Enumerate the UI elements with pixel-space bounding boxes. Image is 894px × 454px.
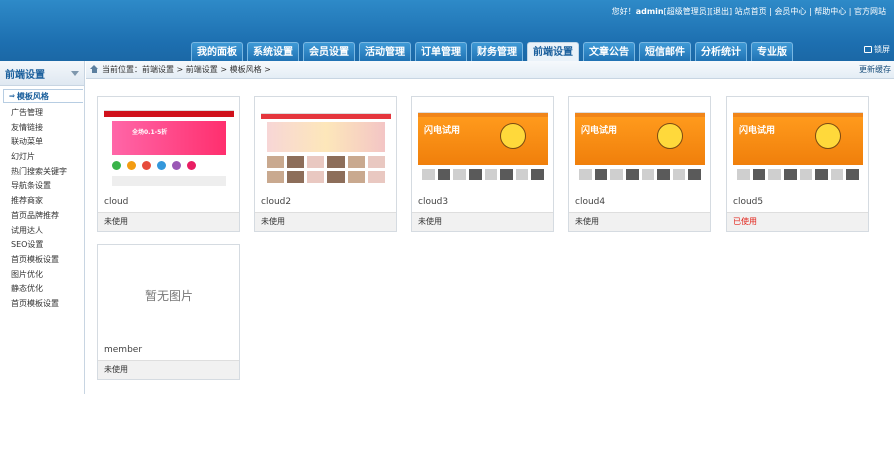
template-name: cloud3 [418, 197, 449, 207]
refresh-cache-button[interactable]: 更新缓存 [859, 64, 891, 75]
tab-sms-email[interactable]: 短信邮件 [639, 42, 691, 61]
sidebar-item-friend-links[interactable]: 友情链接 [0, 121, 84, 136]
breadcrumb-label: 当前位置： [102, 65, 142, 74]
sidebar-item-trial-experts[interactable]: 试用达人 [0, 224, 84, 239]
status-badge: 未使用 [98, 360, 239, 379]
status-badge: 未使用 [412, 212, 553, 231]
sidebar-item-home-template-settings-2[interactable]: 首页模板设置 [0, 297, 84, 312]
template-card-cloud5[interactable]: 闪电试用 cloud5 已使用 [726, 96, 869, 232]
template-card-member[interactable]: 暂无图片 member 未使用 [97, 244, 240, 380]
template-thumbnail[interactable]: 闪电试用 [575, 104, 705, 190]
screen-lock-icon [864, 46, 872, 53]
tab-finance-management[interactable]: 财务管理 [471, 42, 523, 61]
template-card-cloud3[interactable]: 闪电试用 cloud3 未使用 [411, 96, 554, 232]
official-site-link[interactable]: 官方网站 [854, 7, 886, 16]
thumbnail-banner-text: 全场0.1-5折 [132, 129, 168, 136]
chevron-down-icon[interactable] [71, 70, 79, 76]
template-thumbnail[interactable]: 全场0.1-5折 [104, 104, 234, 190]
status-badge: 未使用 [255, 212, 396, 231]
template-card-cloud2[interactable]: cloud2 未使用 [254, 96, 397, 232]
username: admin [635, 7, 664, 16]
breadcrumb-bar: 当前位置： 前端设置 > 前端设置 > 模板风格 > 更新缓存 [86, 61, 894, 79]
tab-system-settings[interactable]: 系统设置 [247, 42, 299, 61]
sidebar-item-image-optimization[interactable]: 图片优化 [0, 268, 84, 283]
sidebar-item-seo-settings[interactable]: SEO设置 [0, 238, 84, 253]
tab-articles[interactable]: 文章公告 [583, 42, 635, 61]
member-center-link[interactable]: 会员中心 [774, 7, 806, 16]
template-name: cloud4 [575, 197, 606, 207]
template-thumbnail[interactable]: 闪电试用 [733, 104, 863, 190]
sidebar-item-template-style[interactable]: ⇒ 模板风格 [3, 89, 83, 103]
sidebar-item-navbar-settings[interactable]: 导航条设置 [0, 179, 84, 194]
template-name: cloud2 [261, 197, 292, 207]
sidebar-item-linked-menu[interactable]: 联动菜单 [0, 135, 84, 150]
logout-link[interactable]: [退出] [710, 7, 732, 16]
template-card-cloud4[interactable]: 闪电试用 cloud4 未使用 [568, 96, 711, 232]
greeting-text: 您好！ [611, 7, 636, 16]
top-header: 您好！admin[超级管理员][退出] 站点首页 | 会员中心 | 帮助中心 |… [0, 0, 894, 61]
home-icon[interactable] [90, 65, 99, 74]
sidebar-item-home-brands[interactable]: 首页品牌推荐 [0, 209, 84, 224]
sidebar-menu: 广告管理 友情链接 联动菜单 幻灯片 热门搜索关键字 导航条设置 推荐商家 首页… [0, 106, 84, 312]
template-name: cloud [104, 197, 129, 207]
thumbnail-banner-text: 闪电试用 [581, 126, 618, 136]
thumbnail-banner-text: 闪电试用 [424, 126, 461, 136]
breadcrumb: 前端设置 > 前端设置 > 模板风格 > [142, 65, 271, 74]
sidebar-item-slideshow[interactable]: 幻灯片 [0, 150, 84, 165]
status-badge: 未使用 [569, 212, 710, 231]
sidebar-item-ad-management[interactable]: 广告管理 [0, 106, 84, 121]
tab-my-panel[interactable]: 我的面板 [191, 42, 243, 61]
template-thumbnail[interactable]: 闪电试用 [418, 104, 548, 190]
lock-screen-label: 锁屏 [874, 45, 890, 54]
no-image-placeholder[interactable]: 暂无图片 [104, 252, 234, 338]
template-card-cloud[interactable]: 全场0.1-5折 cloud 未使用 [97, 96, 240, 232]
tab-order-management[interactable]: 订单管理 [415, 42, 467, 61]
template-name: cloud5 [733, 197, 764, 207]
top-links: 您好！admin[超级管理员][退出] 站点首页 | 会员中心 | 帮助中心 |… [611, 7, 886, 16]
sidebar-item-label: 模板风格 [16, 91, 49, 101]
tab-frontend-settings[interactable]: 前端设置 [527, 42, 579, 61]
thumbnail-banner-text: 闪电试用 [739, 126, 776, 136]
status-badge: 已使用 [727, 212, 868, 231]
sidebar-item-home-template-settings[interactable]: 首页模板设置 [0, 253, 84, 268]
sidebar-item-recommended-merchants[interactable]: 推荐商家 [0, 194, 84, 209]
main-nav-tabs: 我的面板 系统设置 会员设置 活动管理 订单管理 财务管理 前端设置 文章公告 … [191, 42, 793, 61]
sidebar-item-static-optimization[interactable]: 静态优化 [0, 282, 84, 297]
template-thumbnail[interactable] [261, 104, 391, 190]
tab-analytics[interactable]: 分析统计 [695, 42, 747, 61]
template-name: member [104, 345, 143, 355]
sidebar-item-hot-keywords[interactable]: 热门搜索关键字 [0, 165, 84, 180]
role-link[interactable]: [超级管理员] [664, 7, 710, 16]
lock-screen-button[interactable]: 锁屏 [864, 44, 890, 55]
sidebar: 前端设置 ⇒ 模板风格 广告管理 友情链接 联动菜单 幻灯片 热门搜索关键字 导… [0, 61, 85, 394]
tab-member-settings[interactable]: 会员设置 [303, 42, 355, 61]
status-badge: 未使用 [98, 212, 239, 231]
site-home-link[interactable]: 站点首页 [735, 7, 767, 16]
tab-pro-edition[interactable]: 专业版 [751, 42, 793, 61]
arrow-right-icon: ⇒ [9, 92, 15, 100]
sidebar-header[interactable]: 前端设置 [0, 61, 84, 86]
sidebar-title: 前端设置 [5, 69, 45, 81]
template-grid: 全场0.1-5折 cloud 未使用 cloud2 未使用 闪电试用 cloud… [86, 79, 894, 394]
help-center-link[interactable]: 帮助中心 [814, 7, 846, 16]
tab-activity-management[interactable]: 活动管理 [359, 42, 411, 61]
